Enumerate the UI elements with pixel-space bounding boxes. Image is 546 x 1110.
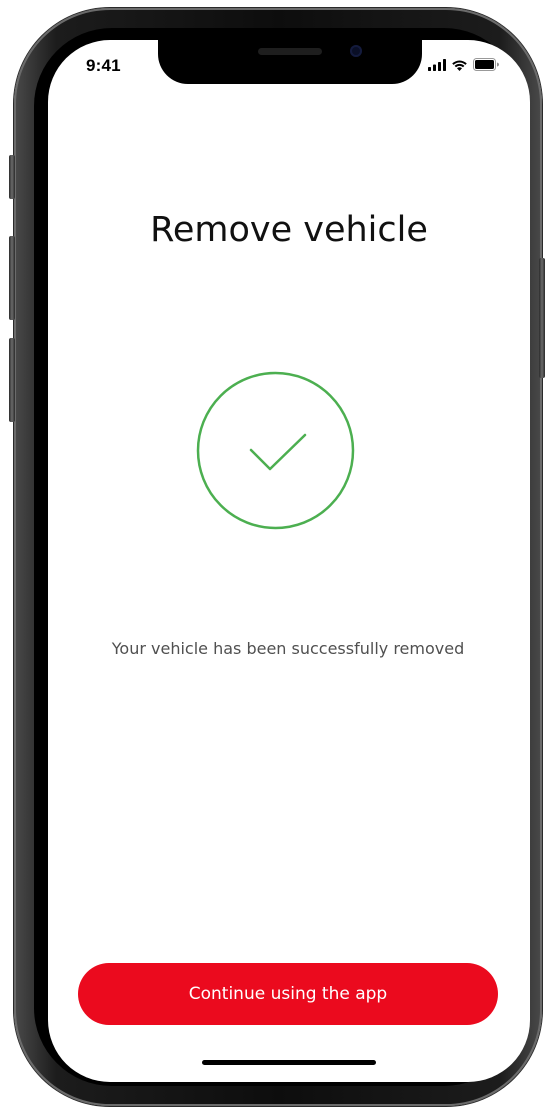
front-camera	[350, 45, 362, 57]
battery-icon	[473, 58, 499, 71]
checkmark-circle-icon	[196, 371, 355, 530]
silent-switch	[9, 155, 15, 199]
notch	[158, 40, 422, 84]
wifi-icon	[452, 60, 467, 71]
status-time: 9:41	[86, 56, 121, 75]
status-icons	[428, 58, 500, 71]
earpiece-speaker	[258, 48, 322, 55]
volume-up-button	[9, 236, 15, 320]
page-title: Remove vehicle	[150, 210, 428, 250]
cellular-signal-icon	[428, 58, 446, 71]
success-message: Your vehicle has been successfully remov…	[111, 639, 465, 658]
phone-screen: 9:41 Remove vehicle Your vehicle has bee…	[48, 40, 530, 1082]
home-indicator[interactable]	[202, 1060, 376, 1065]
continue-button[interactable]: Continue using the app	[78, 963, 498, 1025]
volume-down-button	[9, 338, 15, 422]
power-button	[539, 258, 545, 378]
